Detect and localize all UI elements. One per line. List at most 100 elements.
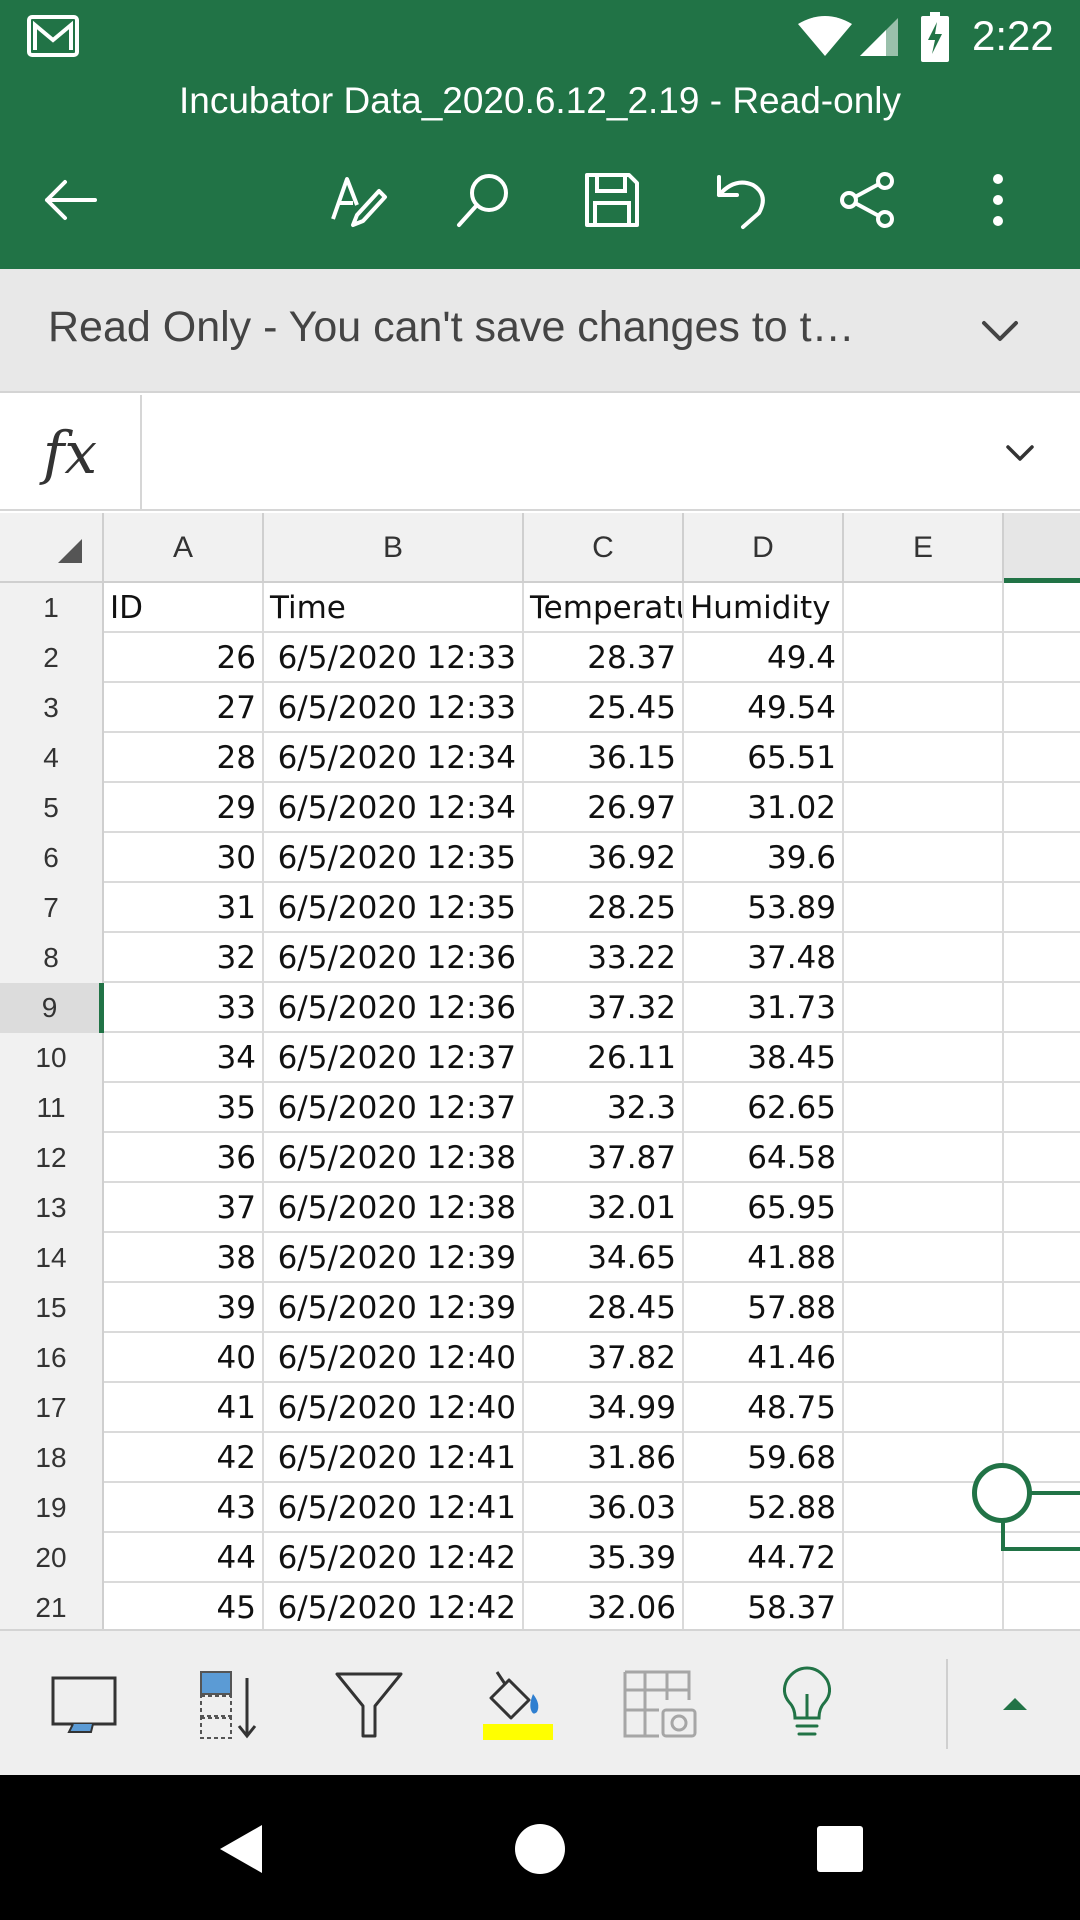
fill-color-button[interactable] (470, 1659, 560, 1749)
cell-d[interactable]: 53.89 (684, 883, 844, 933)
cell-d[interactable]: 64.58 (684, 1133, 844, 1183)
cell-a[interactable]: 45 (104, 1583, 264, 1629)
cell-c[interactable]: 37.82 (524, 1333, 684, 1383)
selection-handle[interactable] (972, 1463, 1032, 1523)
cell-c[interactable]: 32.06 (524, 1583, 684, 1629)
cell-d[interactable]: 62.65 (684, 1083, 844, 1133)
cell-d[interactable]: 59.68 (684, 1433, 844, 1483)
cell-f[interactable] (1004, 1233, 1080, 1283)
row-number[interactable]: 6 (0, 833, 104, 883)
cell-a[interactable]: 39 (104, 1283, 264, 1333)
cell-c[interactable]: 28.25 (524, 883, 684, 933)
cell-d[interactable]: 38.45 (684, 1033, 844, 1083)
cell-b[interactable]: 6/5/2020 12:37 (264, 1083, 524, 1133)
cell-e[interactable] (844, 1333, 1004, 1383)
cell-b[interactable]: 6/5/2020 12:34 (264, 783, 524, 833)
cell-b[interactable]: Time (264, 583, 524, 633)
cell-c[interactable]: 34.99 (524, 1383, 684, 1433)
cell-c[interactable]: 33.22 (524, 933, 684, 983)
cell-e[interactable] (844, 983, 1004, 1033)
cell-f[interactable] (1004, 733, 1080, 783)
cell-a[interactable]: 40 (104, 1333, 264, 1383)
cell-a[interactable]: 27 (104, 683, 264, 733)
read-only-banner[interactable]: Read Only - You can't save changes to t… (0, 269, 1080, 393)
cell-a[interactable]: 42 (104, 1433, 264, 1483)
cell-c[interactable]: 28.45 (524, 1283, 684, 1333)
cell-c[interactable]: 32.3 (524, 1083, 684, 1133)
cell-c[interactable]: 37.87 (524, 1133, 684, 1183)
row-number[interactable]: 10 (0, 1033, 104, 1083)
cell-a[interactable]: 36 (104, 1133, 264, 1183)
cell-f[interactable] (1004, 783, 1080, 833)
cell-e[interactable] (844, 583, 1004, 633)
cell-a[interactable]: ID (104, 583, 264, 633)
cell-a[interactable]: 44 (104, 1533, 264, 1583)
row-number[interactable]: 14 (0, 1233, 104, 1283)
cell-c[interactable]: Temperatu (524, 583, 684, 633)
table-camera-button[interactable] (614, 1659, 704, 1749)
cell-d[interactable]: 31.02 (684, 783, 844, 833)
keyboard-button[interactable] (38, 1659, 128, 1749)
back-button[interactable] (30, 160, 110, 240)
row-number[interactable]: 21 (0, 1583, 104, 1629)
cell-f[interactable] (1004, 1283, 1080, 1333)
cell-e[interactable] (844, 1533, 1004, 1583)
cell-e[interactable] (844, 1083, 1004, 1133)
cell-c[interactable]: 26.11 (524, 1033, 684, 1083)
cell-a[interactable]: 37 (104, 1183, 264, 1233)
row-number[interactable]: 1 (0, 583, 104, 633)
row-number[interactable]: 13 (0, 1183, 104, 1233)
cell-a[interactable]: 34 (104, 1033, 264, 1083)
formula-expand-icon[interactable] (1000, 433, 1040, 473)
row-number[interactable]: 9 (0, 983, 104, 1033)
draw-button[interactable] (318, 160, 398, 240)
save-button[interactable] (572, 160, 652, 240)
row-number[interactable]: 7 (0, 883, 104, 933)
cell-d[interactable]: 49.54 (684, 683, 844, 733)
cell-b[interactable]: 6/5/2020 12:33 (264, 683, 524, 733)
cell-f[interactable] (1004, 1333, 1080, 1383)
cell-e[interactable] (844, 1033, 1004, 1083)
cell-a[interactable]: 35 (104, 1083, 264, 1133)
column-header-c[interactable]: C (524, 513, 684, 583)
sort-button[interactable] (184, 1659, 274, 1749)
cell-f[interactable] (1004, 683, 1080, 733)
cell-f[interactable] (1004, 633, 1080, 683)
cell-d[interactable]: 39.6 (684, 833, 844, 883)
cell-c[interactable]: 36.03 (524, 1483, 684, 1533)
cell-b[interactable]: 6/5/2020 12:40 (264, 1383, 524, 1433)
share-button[interactable] (828, 160, 908, 240)
cell-b[interactable]: 6/5/2020 12:35 (264, 883, 524, 933)
cell-c[interactable]: 36.92 (524, 833, 684, 883)
cell-c[interactable]: 25.45 (524, 683, 684, 733)
cell-a[interactable]: 26 (104, 633, 264, 683)
cell-f[interactable] (1004, 1533, 1080, 1583)
cell-e[interactable] (844, 1233, 1004, 1283)
cell-e[interactable] (844, 833, 1004, 883)
cell-e[interactable] (844, 1583, 1004, 1629)
row-number[interactable]: 16 (0, 1333, 104, 1383)
cell-b[interactable]: 6/5/2020 12:39 (264, 1283, 524, 1333)
cell-f[interactable] (1004, 833, 1080, 883)
cell-b[interactable]: 6/5/2020 12:41 (264, 1433, 524, 1483)
cell-f[interactable] (1004, 883, 1080, 933)
cell-e[interactable] (844, 633, 1004, 683)
row-number[interactable]: 12 (0, 1133, 104, 1183)
cell-d[interactable]: 65.51 (684, 733, 844, 783)
search-button[interactable] (444, 160, 524, 240)
cell-b[interactable]: 6/5/2020 12:38 (264, 1133, 524, 1183)
row-number[interactable]: 19 (0, 1483, 104, 1533)
cell-d[interactable]: 49.4 (684, 633, 844, 683)
cell-f[interactable] (1004, 933, 1080, 983)
cell-d[interactable]: Humidity (684, 583, 844, 633)
cell-d[interactable]: 31.73 (684, 983, 844, 1033)
cell-a[interactable]: 32 (104, 933, 264, 983)
cell-b[interactable]: 6/5/2020 12:38 (264, 1183, 524, 1233)
cell-d[interactable]: 41.88 (684, 1233, 844, 1283)
row-number[interactable]: 15 (0, 1283, 104, 1333)
spreadsheet-grid[interactable]: ABCDE 1 ID Time Temperatu Humidity 2 26 6/5/202… (0, 513, 1080, 1629)
cell-e[interactable] (844, 933, 1004, 983)
row-number[interactable]: 3 (0, 683, 104, 733)
row-number[interactable]: 5 (0, 783, 104, 833)
cell-f[interactable] (1004, 1183, 1080, 1233)
